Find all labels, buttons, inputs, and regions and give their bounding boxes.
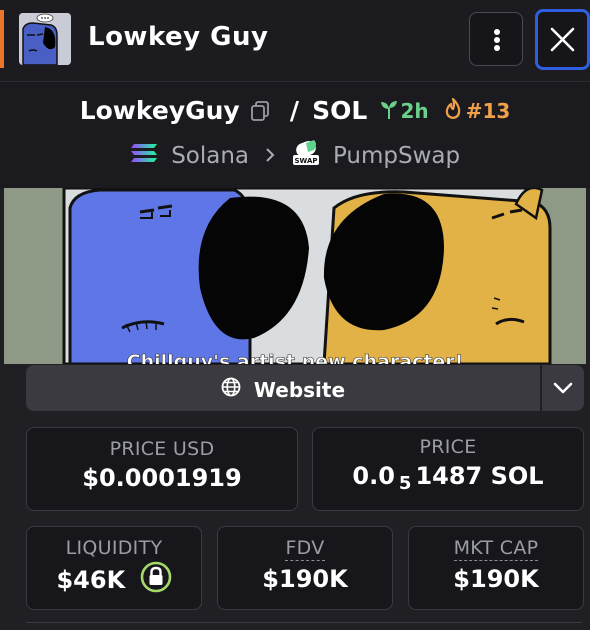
- mktcap-card: MKT CAP $190K: [408, 526, 584, 610]
- mktcap-label-wrap: MKT CAP: [409, 537, 583, 561]
- token-details: Website PRICE USD $0.0001919 PRICE 0.0 5 1…: [0, 364, 590, 630]
- price-native-label: PRICE: [419, 436, 477, 458]
- pair-age: 2h: [400, 98, 429, 123]
- pumpswap-badge-text: SWAP: [294, 157, 317, 165]
- price-usd-label: PRICE USD: [109, 438, 215, 460]
- seedling-icon: [380, 99, 398, 123]
- token-banner-image: Chillguy's artist new character!: [4, 188, 586, 364]
- kebab-dot: [494, 37, 500, 43]
- price-usd-card: PRICE USD $0.0001919: [26, 427, 298, 511]
- chevron-right-icon: [264, 143, 283, 169]
- fdv-label[interactable]: FDV: [285, 537, 325, 561]
- kebab-menu-icon: [494, 29, 500, 35]
- flame-icon: [444, 97, 462, 123]
- next-row-edge: [26, 622, 582, 630]
- fdv-label-wrap: FDV: [218, 537, 392, 561]
- price-native-value: 0.0 5 1487 SOL: [313, 462, 583, 494]
- globe-icon: [221, 367, 241, 413]
- accent-bar: [0, 10, 4, 68]
- fdv-card: FDV $190K: [217, 526, 393, 610]
- trending-rank: #13: [465, 98, 511, 123]
- copy-icon[interactable]: [249, 100, 271, 122]
- fdv-value: $190K: [262, 565, 348, 593]
- banner-caption: Chillguy's artist new character!: [127, 351, 464, 364]
- base-token-name: LowkeyGuy: [79, 96, 240, 125]
- mktcap-label[interactable]: MKT CAP: [453, 537, 539, 561]
- price-lead: 0.0: [352, 462, 395, 490]
- chain-breadcrumb: Solana SWAP PumpSwap: [0, 140, 590, 172]
- liquidity-card: LIQUIDITY $46K: [26, 526, 202, 610]
- kebab-dot: [494, 45, 500, 51]
- chevron-down-icon: [553, 382, 573, 394]
- lock-icon[interactable]: [140, 561, 172, 599]
- liquidity-label: LIQUIDITY: [65, 537, 163, 559]
- solana-icon: [130, 143, 158, 169]
- chain-link-solana[interactable]: Solana: [171, 143, 249, 169]
- quote-token-name: SOL: [312, 96, 368, 125]
- price-native-card: PRICE 0.0 5 1487 SOL: [312, 427, 584, 511]
- mktcap-value: $190K: [453, 565, 539, 593]
- token-avatar: [19, 13, 71, 65]
- header: Lowkey Guy: [0, 0, 590, 82]
- window-title: Lowkey Guy: [88, 22, 269, 52]
- pumpswap-icon: SWAP: [292, 140, 320, 172]
- liquidity-value-row: $46K: [27, 561, 201, 599]
- dex-link-pumpswap[interactable]: PumpSwap: [333, 143, 460, 169]
- website-button[interactable]: Website: [26, 365, 540, 411]
- close-button[interactable]: [535, 9, 590, 70]
- pair-separator: /: [289, 96, 300, 125]
- pair-title-line: LowkeyGuy / SOL 2h #13: [0, 96, 590, 125]
- liquidity-value: $46K: [56, 566, 126, 594]
- price-usd-value: $0.0001919: [82, 464, 242, 492]
- close-icon: [550, 27, 575, 52]
- price-digits: 1487 SOL: [415, 462, 544, 490]
- price-zero-count: 5: [398, 473, 412, 494]
- links-dropdown-toggle[interactable]: [542, 365, 584, 411]
- more-options-button[interactable]: [469, 12, 523, 66]
- website-label: Website: [253, 377, 346, 402]
- pair-info: LowkeyGuy / SOL 2h #13 Solana SWAP PumpS…: [0, 82, 590, 188]
